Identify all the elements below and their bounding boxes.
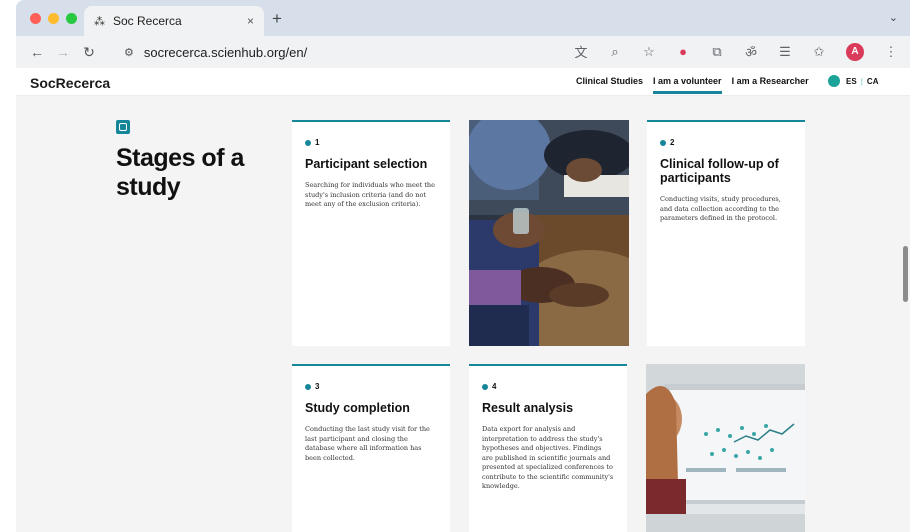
stage-description: Conducting visits, study procedures, and… (660, 195, 781, 222)
stage-card-4: 4 Result analysis Data export for analys… (469, 364, 627, 532)
tab-close-button[interactable]: × (247, 14, 254, 28)
back-button[interactable]: ← (24, 44, 50, 60)
stage-description: Conducting the last study visit for the … (305, 425, 430, 462)
stage-number: 2 (670, 138, 675, 147)
lang-separator: | (860, 77, 863, 86)
stage-dot (482, 383, 488, 390)
nav-clinical-studies[interactable]: Clinical Studies (576, 76, 643, 86)
new-tab-button[interactable]: + (272, 9, 282, 29)
tune-icon[interactable]: ⚙ (124, 46, 134, 59)
stage-card-2: 2 Clinical follow-up of participants Con… (647, 120, 805, 346)
site-header: SocRecerca Clinical Studies I am a volun… (16, 68, 910, 96)
nav-researcher[interactable]: I am a Researcher (732, 76, 809, 86)
stage-title: Clinical follow-up of participants (660, 157, 779, 185)
bookmarks-icon[interactable]: ✩ (812, 44, 826, 60)
url-text: socrecerca.scienhub.org/en/ (143, 44, 308, 60)
stage-number: 4 (492, 382, 497, 391)
minimize-window-button[interactable] (48, 13, 59, 24)
reading-list-icon[interactable]: ☰ (778, 44, 792, 60)
stage-dot (305, 139, 311, 146)
browser-menu-icon[interactable]: ⋮ (884, 44, 898, 60)
tab-strip: ⁂ Soc Recerca × + ⌄ (16, 0, 910, 36)
section-title: Stages of a study (116, 144, 244, 201)
section-icon (116, 120, 130, 134)
translate-extension-icon[interactable]: ॐ (744, 43, 758, 61)
page-scrollbar[interactable] (903, 246, 908, 302)
site-favicon-icon: ⁂ (94, 15, 105, 28)
window-controls (30, 13, 77, 24)
web-page: SocRecerca Clinical Studies I am a volun… (16, 68, 910, 532)
nav-volunteer[interactable]: I am a volunteer (653, 76, 722, 94)
globe-icon[interactable] (828, 75, 840, 87)
star-icon[interactable]: ☆ (642, 44, 656, 60)
stage-dot (305, 383, 311, 390)
stage-description: Searching for individuals who meet the s… (305, 181, 435, 208)
stage-number: 1 (315, 138, 320, 147)
stage-title: Result analysis (482, 401, 574, 415)
stage-title: Participant selection (305, 157, 428, 171)
toolbar-actions: 文 ⌕ ☆ ● ⧉ ॐ ☰ ✩ A ⋮ (574, 42, 898, 61)
browser-tab[interactable]: ⁂ Soc Recerca × (84, 6, 264, 36)
extensions-icon[interactable]: ⧉ (710, 44, 724, 60)
language-switcher: ES | CA (846, 77, 878, 86)
profile-avatar[interactable]: A (846, 42, 864, 61)
lang-es[interactable]: ES (846, 77, 857, 86)
close-window-button[interactable] (30, 13, 41, 24)
forward-button[interactable]: → (50, 44, 76, 60)
stage-card-1: 1 Participant selection Searching for in… (292, 120, 450, 346)
tab-title: Soc Recerca (113, 14, 182, 28)
stage-number: 3 (315, 382, 320, 391)
pinterest-extension-icon[interactable]: ● (676, 44, 690, 59)
tab-search-button[interactable]: ⌄ (889, 11, 898, 24)
site-logo[interactable]: SocRecerca (30, 75, 110, 91)
translate-icon[interactable]: 文 (574, 42, 588, 61)
consultation-photo (469, 120, 629, 346)
browser-toolbar: ← → ↻ ⚙ socrecerca.scienhub.org/en/ 文 ⌕ … (16, 36, 910, 68)
main-nav: Clinical Studies I am a volunteer I am a… (576, 76, 809, 94)
browser-window: ⁂ Soc Recerca × + ⌄ ← → ↻ ⚙ socrecerca.s… (16, 0, 910, 532)
data-analysis-photo (646, 364, 805, 532)
stage-title: Study completion (305, 401, 410, 415)
stage-description: Data export for analysis and interpretat… (482, 425, 614, 490)
zoom-icon[interactable]: ⌕ (608, 44, 622, 60)
stage-card-3: 3 Study completion Conducting the last s… (292, 364, 450, 532)
reload-button[interactable]: ↻ (76, 44, 102, 61)
stage-dot (660, 139, 666, 146)
lang-ca[interactable]: CA (867, 77, 879, 86)
maximize-window-button[interactable] (66, 13, 77, 24)
